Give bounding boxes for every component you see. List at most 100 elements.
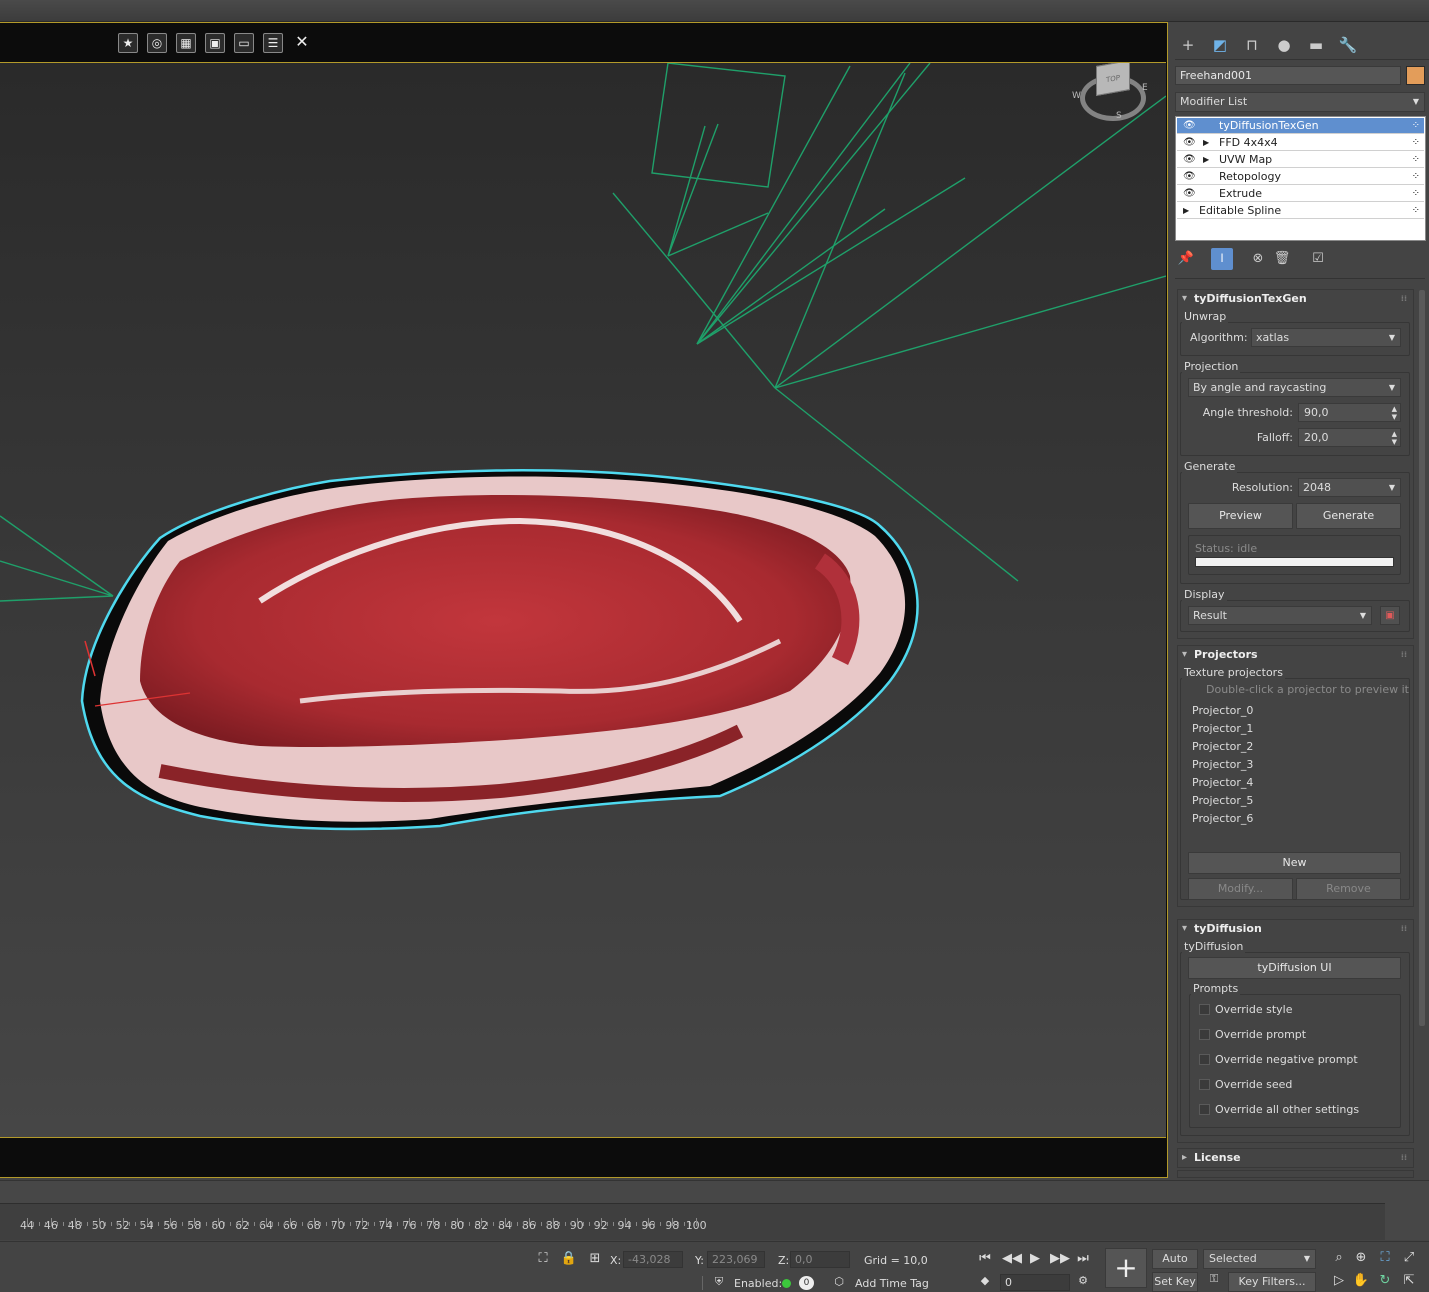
command-panel-scrollbar[interactable] — [1419, 290, 1425, 1026]
show-end-result-icon[interactable]: ⏽ — [1211, 248, 1233, 270]
list-item[interactable]: Projector_1 — [1192, 722, 1253, 735]
algorithm-dropdown[interactable]: xatlas ▼ — [1251, 328, 1401, 347]
zoom-icon[interactable]: ⌕ — [1330, 1250, 1348, 1265]
rollout-license-header[interactable]: License⁞⁞ — [1178, 1149, 1413, 1167]
create-icon[interactable]: + — [1176, 34, 1200, 56]
save-result-icon[interactable]: ▣ — [1380, 606, 1400, 625]
current-frame-field[interactable]: 0 — [1000, 1274, 1070, 1291]
key-mode-icon[interactable]: ◆ — [976, 1274, 994, 1287]
key-filter-icon[interactable]: ⚿ — [1205, 1272, 1223, 1286]
transform-mode-icon[interactable]: ⊞ — [586, 1251, 604, 1266]
hierarchy-icon[interactable]: ⊓ — [1240, 34, 1264, 56]
stack-item-uvwmap[interactable]: 👁 ▶ UVW Map ⁘ — [1177, 152, 1424, 168]
save-icon[interactable]: ▣ — [205, 33, 225, 53]
make-unique-icon[interactable]: ⊗ — [1247, 248, 1269, 270]
utilities-icon[interactable]: 🔧 — [1336, 34, 1360, 56]
steak-mesh[interactable] — [80, 469, 919, 831]
track-bar[interactable]: 4446485052545658606264666870727476788082… — [0, 1203, 1385, 1240]
eye-icon[interactable]: 👁 — [1183, 152, 1196, 168]
y-coordinate-field[interactable]: 223,069 — [707, 1251, 765, 1268]
rollout-texgen-header[interactable]: tyDiffusionTexGen⁞⁞ — [1178, 290, 1413, 308]
add-time-tag-button[interactable]: Add Time Tag — [855, 1277, 929, 1290]
zoom-extents-icon[interactable]: ⛶ — [1376, 1250, 1394, 1265]
stack-item-extrude[interactable]: 👁 Extrude ⁘ — [1177, 186, 1424, 202]
set-key-button[interactable]: Set Key — [1152, 1272, 1198, 1292]
expand-icon[interactable]: ▶ — [1203, 152, 1209, 168]
lock-icon[interactable]: 🔒 — [560, 1251, 578, 1266]
maximize-viewport-icon[interactable]: ⇱ — [1400, 1273, 1418, 1288]
x-coordinate-field[interactable]: -43,028 — [623, 1251, 683, 1268]
selected-dropdown[interactable]: Selected ▼ — [1203, 1249, 1316, 1269]
spinner-arrows-icon[interactable]: ▲ ▼ — [1392, 429, 1397, 446]
settings-icon[interactable]: ☰ — [263, 33, 283, 53]
rollout-projectors-header[interactable]: Projectors⁞⁞ — [1178, 646, 1413, 664]
new-projector-button[interactable]: New — [1188, 852, 1401, 874]
override-all-checkbox[interactable] — [1199, 1104, 1210, 1115]
navcube-face[interactable]: TOP — [1096, 63, 1130, 96]
resolution-dropdown[interactable]: 2048 ▼ — [1298, 478, 1401, 497]
override-negative-prompt-checkbox[interactable] — [1199, 1054, 1210, 1065]
z-coordinate-field[interactable]: 0,0 — [790, 1251, 850, 1268]
stack-item-ffd[interactable]: 👁 ▶ FFD 4x4x4 ⁘ — [1177, 135, 1424, 151]
clapper-icon[interactable]: ▦ — [176, 33, 196, 53]
play-icon[interactable]: ▶ — [1026, 1251, 1044, 1266]
remove-modifier-icon[interactable]: 🗑 — [1271, 248, 1293, 270]
list-item[interactable]: Projector_4 — [1192, 776, 1253, 789]
angle-threshold-spinner[interactable]: 90,0 ▲ ▼ — [1298, 403, 1401, 422]
zoom-all-icon[interactable]: ⊕ — [1352, 1250, 1370, 1265]
zoom-extents-all-icon[interactable]: ⤢ — [1400, 1250, 1418, 1265]
expand-icon[interactable]: ▶ — [1183, 203, 1189, 219]
perspective-viewport[interactable]: TOP W E S — [0, 62, 1166, 1138]
override-style-checkbox[interactable] — [1199, 1004, 1210, 1015]
camera-icon[interactable]: ◎ — [147, 33, 167, 53]
modify-icon[interactable]: ◩ — [1208, 34, 1232, 56]
display-icon[interactable]: ▬ — [1304, 34, 1328, 56]
list-item[interactable]: Projector_5 — [1192, 794, 1253, 807]
pin-stack-icon[interactable]: 📌 — [1175, 248, 1197, 270]
expand-icon[interactable]: ▶ — [1203, 135, 1209, 151]
generate-button[interactable]: Generate — [1296, 503, 1401, 529]
next-frame-icon[interactable]: ▶▶ — [1050, 1251, 1070, 1266]
eye-icon[interactable]: 👁 — [1183, 169, 1196, 185]
object-name-field[interactable]: Freehand001 — [1175, 66, 1401, 85]
list-item[interactable]: Projector_2 — [1192, 740, 1253, 753]
modifier-list-dropdown[interactable]: Modifier List ▼ — [1175, 92, 1425, 112]
field-of-view-icon[interactable]: ▷ — [1330, 1273, 1348, 1288]
eye-icon[interactable]: 👁 — [1183, 135, 1196, 151]
eye-icon[interactable]: 👁 — [1183, 118, 1196, 134]
navcube[interactable]: TOP W E S — [1072, 63, 1148, 123]
set-key-big-icon[interactable]: + — [1105, 1248, 1147, 1288]
key-filters-button[interactable]: Key Filters... — [1228, 1272, 1316, 1292]
time-config-icon[interactable]: ⚙ — [1074, 1274, 1092, 1287]
list-item[interactable]: Projector_3 — [1192, 758, 1253, 771]
stack-item-editable-spline[interactable]: ▶ Editable Spline ⁘ — [1177, 203, 1424, 219]
spinner-arrows-icon[interactable]: ▲ ▼ — [1392, 404, 1397, 421]
projection-mode-dropdown[interactable]: By angle and raycasting ▼ — [1188, 378, 1401, 397]
modifier-stack[interactable]: 👁 tyDiffusionTexGen ⁘ 👁 ▶ FFD 4x4x4 ⁘ 👁 ▶ UVW M… — [1175, 116, 1426, 241]
motion-icon[interactable]: ● — [1272, 34, 1296, 56]
override-seed-checkbox[interactable] — [1199, 1079, 1210, 1090]
configure-sets-icon[interactable]: ☑ — [1307, 248, 1329, 270]
preview-button[interactable]: Preview — [1188, 503, 1293, 529]
go-to-start-icon[interactable]: ⏮ — [976, 1251, 994, 1266]
list-item[interactable]: Projector_6 — [1192, 812, 1253, 825]
pan-icon[interactable]: ✋ — [1352, 1273, 1370, 1288]
object-color-swatch[interactable] — [1406, 66, 1425, 85]
selection-lock-icon[interactable]: ⛶ — [534, 1251, 552, 1266]
go-to-end-icon[interactable]: ⏭ — [1074, 1251, 1092, 1266]
display-dropdown[interactable]: Result ▼ — [1188, 606, 1372, 625]
remove-projector-button[interactable]: Remove — [1296, 878, 1401, 900]
monitor-icon[interactable]: ▭ — [234, 33, 254, 53]
orbit-icon[interactable]: ↻ — [1376, 1273, 1394, 1288]
previous-frame-icon[interactable]: ◀◀ — [1002, 1251, 1022, 1266]
list-item[interactable]: Projector_0 — [1192, 704, 1253, 717]
falloff-spinner[interactable]: 20,0 ▲ ▼ — [1298, 428, 1401, 447]
eye-icon[interactable]: 👁 — [1183, 186, 1196, 202]
modify-projector-button[interactable]: Modify... — [1188, 878, 1293, 900]
auto-key-button[interactable]: Auto Key — [1152, 1249, 1198, 1283]
star-icon[interactable]: ★ — [118, 33, 138, 53]
override-prompt-checkbox[interactable] — [1199, 1029, 1210, 1040]
tydiffusion-ui-button[interactable]: tyDiffusion UI — [1188, 957, 1401, 979]
shield-icon[interactable]: ⛨ — [710, 1275, 728, 1289]
rollout-tydiffusion-header[interactable]: tyDiffusion⁞⁞ — [1178, 920, 1413, 938]
